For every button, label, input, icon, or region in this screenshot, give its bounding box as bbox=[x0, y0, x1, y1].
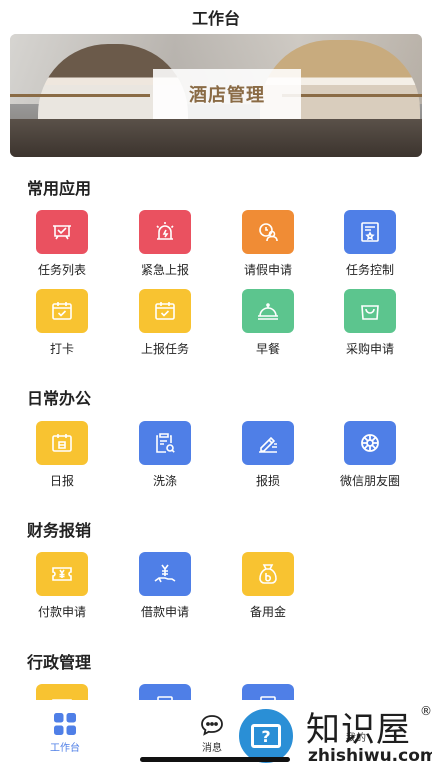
banner-rule-right bbox=[282, 94, 422, 97]
damage-pen-icon bbox=[242, 421, 294, 465]
app-wechat-moments[interactable]: 微信朋友圈 bbox=[320, 421, 420, 489]
section-title-administration: 行政管理 bbox=[27, 653, 92, 672]
banner-title: 酒店管理 bbox=[189, 85, 265, 106]
app-laundry[interactable]: 洗涤 bbox=[115, 421, 215, 489]
watermark-title: 知识屋 bbox=[306, 710, 411, 750]
app-label: 借款申请 bbox=[140, 605, 189, 619]
hotel-banner[interactable]: 酒店管理 bbox=[10, 34, 422, 157]
app-label: 洗涤 bbox=[152, 474, 177, 488]
nav-label: 工作台 bbox=[50, 743, 80, 754]
app-label: 付款申请 bbox=[37, 605, 86, 619]
app-label: 请假申请 bbox=[243, 263, 292, 277]
app-petty-cash[interactable]: 备用金 bbox=[218, 552, 318, 620]
home-indicator bbox=[140, 757, 290, 762]
money-bag-icon bbox=[242, 552, 294, 596]
laundry-doc-icon bbox=[139, 421, 191, 465]
app-purchase-request[interactable]: 采购申请 bbox=[320, 289, 420, 357]
app-task-list[interactable]: 任务列表 bbox=[12, 210, 112, 278]
chat-icon bbox=[201, 715, 223, 736]
app-breakfast[interactable]: 早餐 bbox=[218, 289, 318, 357]
app-label: 采购申请 bbox=[345, 342, 394, 356]
app-task-control[interactable]: 任务控制 bbox=[320, 210, 420, 278]
wechat-moments-icon bbox=[344, 421, 396, 465]
app-label: 备用金 bbox=[249, 605, 286, 619]
app-report-task[interactable]: 上报任务 bbox=[115, 289, 215, 357]
section-title-common-apps: 常用应用 bbox=[27, 179, 92, 198]
loan-hand-icon bbox=[139, 552, 191, 596]
task-control-icon bbox=[344, 210, 396, 254]
shopping-bag-icon bbox=[344, 289, 396, 333]
breakfast-cloche-icon bbox=[242, 289, 294, 333]
banner-title-plate: 酒店管理 bbox=[153, 69, 301, 119]
app-emergency-report[interactable]: 紧急上报 bbox=[115, 210, 215, 278]
page-title: 工作台 bbox=[191, 9, 240, 28]
app-label: 早餐 bbox=[255, 342, 280, 356]
nav-item-workbench[interactable]: 工作台 bbox=[50, 712, 80, 754]
grid-icon bbox=[54, 713, 76, 735]
banner-rule-left bbox=[10, 94, 150, 97]
top-bar: 工作台 bbox=[0, 0, 432, 34]
app-payment-request[interactable]: 付款申请 bbox=[12, 552, 112, 620]
daily-report-icon bbox=[36, 421, 88, 465]
app-leave-request[interactable]: 请假申请 bbox=[218, 210, 318, 278]
watermark-site: zhishiwu.com bbox=[308, 746, 432, 766]
banner-table bbox=[10, 119, 422, 157]
checkin-calendar-icon bbox=[36, 289, 88, 333]
app-loan-request[interactable]: 借款申请 bbox=[115, 552, 215, 620]
report-task-calendar-icon bbox=[139, 289, 191, 333]
app-label: 报损 bbox=[255, 474, 280, 488]
nav-label: 消息 bbox=[202, 743, 222, 754]
app-check-in[interactable]: 打卡 bbox=[12, 289, 112, 357]
watermark-logo-glyph: ? bbox=[251, 724, 281, 748]
task-list-icon bbox=[36, 210, 88, 254]
leave-icon bbox=[242, 210, 294, 254]
payment-ticket-icon bbox=[36, 552, 88, 596]
app-label: 上报任务 bbox=[140, 342, 189, 356]
watermark-registered-mark: ® bbox=[420, 704, 432, 718]
section-title-finance: 财务报销 bbox=[27, 521, 92, 540]
app-damage-report[interactable]: 报损 bbox=[218, 421, 318, 489]
nav-item-messages[interactable]: 消息 bbox=[200, 714, 224, 754]
app-label: 任务控制 bbox=[345, 263, 394, 277]
alarm-icon bbox=[139, 210, 191, 254]
app-label: 日报 bbox=[49, 474, 74, 488]
app-label: 任务列表 bbox=[37, 263, 86, 277]
section-title-daily-office: 日常办公 bbox=[27, 389, 92, 408]
app-daily-report[interactable]: 日报 bbox=[12, 421, 112, 489]
app-label: 微信朋友圈 bbox=[339, 474, 400, 488]
app-label: 紧急上报 bbox=[140, 263, 189, 277]
app-label: 打卡 bbox=[49, 342, 74, 356]
